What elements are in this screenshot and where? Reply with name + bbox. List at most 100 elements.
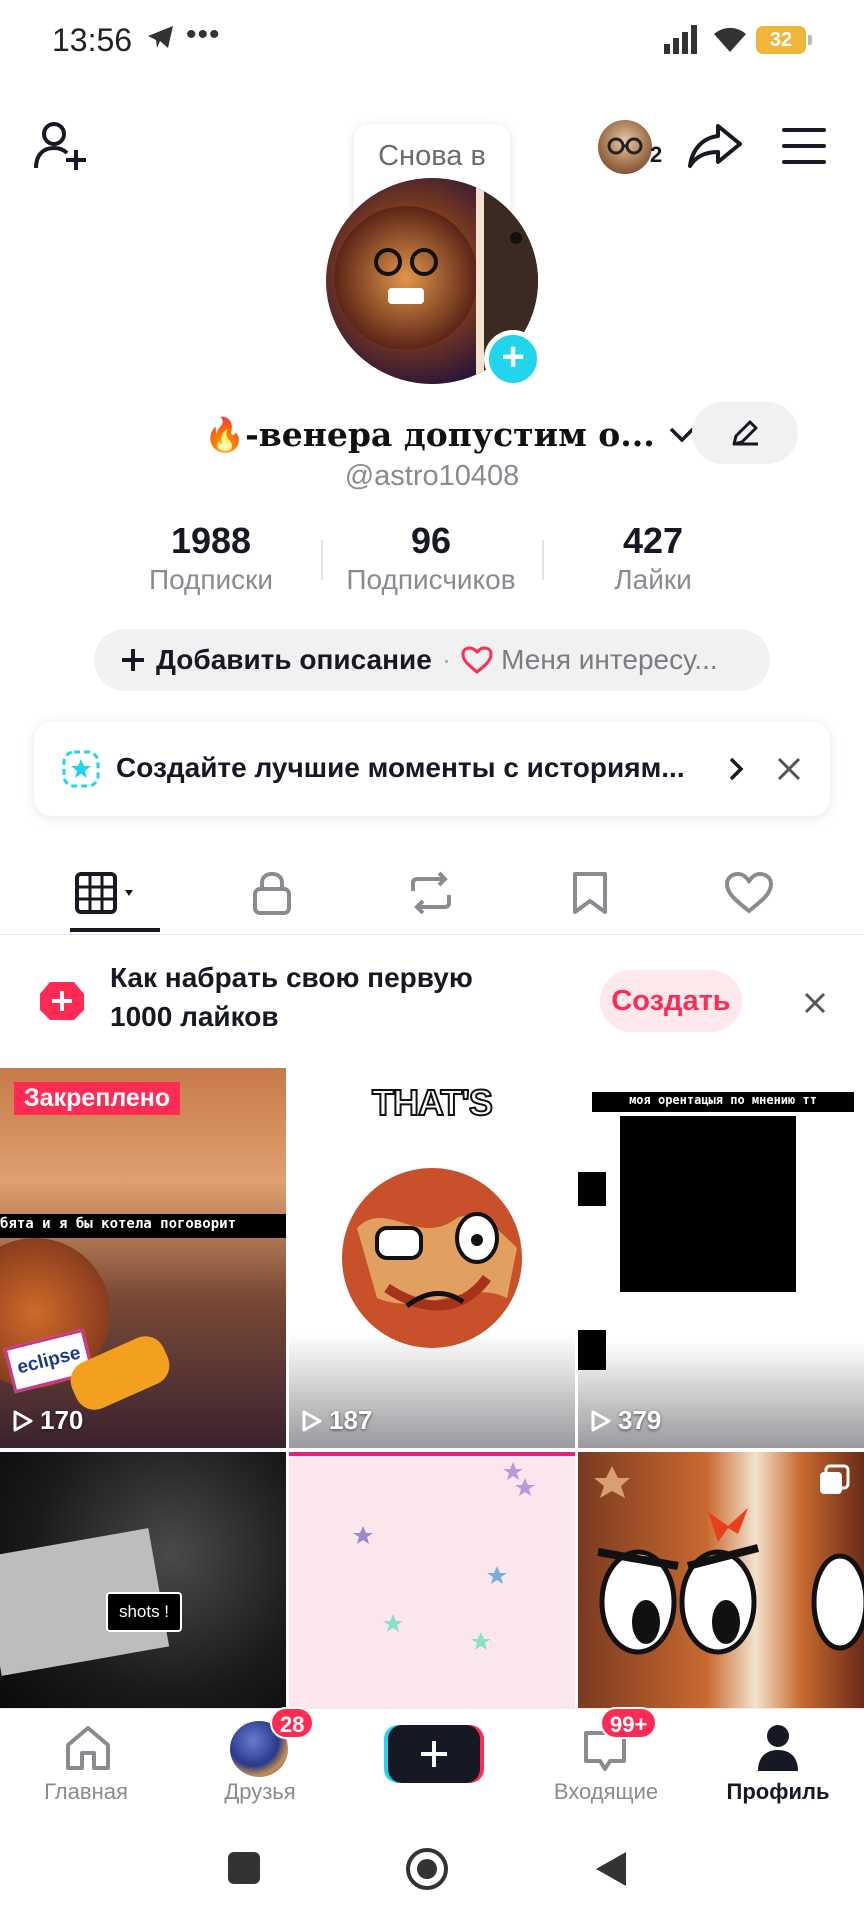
likes-label: Лайки bbox=[614, 564, 692, 595]
following-stat[interactable]: 1988 Подписки bbox=[111, 520, 311, 596]
video-caption: бята и я бы котела поговорит bbox=[0, 1216, 237, 1232]
promo-text: Как набрать свою первую 1000 лайков bbox=[110, 958, 530, 1036]
video-grid: бята и я бы котела поговорит eclipse Зак… bbox=[0, 1068, 864, 1708]
nav-inbox-label: Входящие bbox=[553, 1779, 659, 1804]
tab-reposts[interactable] bbox=[351, 850, 511, 936]
signal-icon bbox=[664, 25, 697, 54]
menu-icon[interactable] bbox=[782, 128, 826, 164]
nav-profile[interactable]: Профиль bbox=[708, 1709, 848, 1821]
tab-private[interactable] bbox=[192, 850, 352, 936]
view-count-value: 187 bbox=[329, 1405, 373, 1435]
bottom-nav: Главная 28 Друзья 99+ Входящие Профиль bbox=[0, 1707, 864, 1821]
create-button[interactable]: Создать bbox=[600, 970, 742, 1032]
nickname: 🔥-венера допустим о... bbox=[204, 415, 655, 454]
heart-outline-icon bbox=[724, 871, 774, 914]
heart-icon bbox=[461, 646, 493, 674]
followers-stat[interactable]: 96 Подписчиков bbox=[331, 520, 531, 596]
bio-separator: · bbox=[441, 644, 452, 675]
black-square-image bbox=[620, 1116, 796, 1292]
planet-character-image bbox=[342, 1168, 522, 1348]
likes-count: 427 bbox=[622, 520, 684, 561]
video-thumbnail[interactable] bbox=[289, 1452, 575, 1708]
create-button bbox=[388, 1725, 480, 1783]
video-caption: моя орентацыя по мнению тт bbox=[629, 1093, 817, 1107]
face-fragment bbox=[578, 1330, 606, 1370]
home-icon bbox=[66, 1726, 110, 1770]
repost-icon bbox=[411, 871, 451, 915]
view-count-value: 379 bbox=[618, 1405, 662, 1435]
view-count: 379 bbox=[590, 1405, 661, 1436]
chevron-down-icon bbox=[669, 427, 694, 443]
home-button-dot bbox=[417, 1859, 437, 1879]
edit-profile-button[interactable] bbox=[692, 402, 798, 464]
followers-count: 96 bbox=[410, 520, 452, 561]
promo-text-line-2: 1000 лайков bbox=[110, 1001, 279, 1032]
pinned-badge: Закреплено bbox=[14, 1082, 181, 1115]
friends-count: 2 bbox=[650, 142, 663, 167]
bio-pill[interactable]: Добавить описание · Меня интересу... bbox=[94, 629, 770, 691]
view-count: 187 bbox=[301, 1405, 372, 1436]
nav-profile-label: Профиль bbox=[726, 1779, 830, 1804]
interests-button[interactable]: Меня интересу... bbox=[501, 644, 717, 676]
tab-liked[interactable] bbox=[669, 850, 829, 936]
system-nav-bar bbox=[0, 1820, 864, 1920]
nav-home[interactable]: Главная bbox=[16, 1709, 156, 1821]
active-tab-indicator bbox=[70, 928, 160, 932]
profile-icon bbox=[758, 1725, 798, 1771]
video-thumbnail[interactable]: THAT'S 187 bbox=[289, 1068, 575, 1448]
profile-tabs bbox=[0, 850, 864, 936]
recents-button[interactable] bbox=[228, 1852, 260, 1884]
status-time: 13:56 bbox=[52, 22, 133, 58]
following-count: 1988 bbox=[170, 520, 252, 561]
close-icon[interactable] bbox=[776, 756, 802, 782]
friends-avatar[interactable] bbox=[598, 120, 652, 174]
likes-stat[interactable]: 427 Лайки bbox=[553, 520, 753, 596]
glasses-icon bbox=[607, 137, 643, 155]
stat-divider bbox=[321, 540, 323, 580]
battery-icon: 32 bbox=[756, 26, 812, 54]
add-friend-icon[interactable] bbox=[34, 120, 90, 172]
video-thumbnail[interactable]: моя орентацыя по мнению тт 379 bbox=[578, 1068, 864, 1448]
nav-inbox[interactable]: 99+ Входящие bbox=[536, 1707, 676, 1821]
tab-videos[interactable] bbox=[30, 850, 190, 936]
nav-create[interactable] bbox=[362, 1709, 502, 1821]
stories-banner[interactable]: Создайте лучшие моменты с историям... bbox=[34, 722, 830, 816]
add-story-button[interactable]: + bbox=[484, 330, 542, 388]
play-icon bbox=[591, 1410, 611, 1431]
chevron-right-icon[interactable] bbox=[728, 756, 744, 782]
status-bar: 13:56 ••• 32 bbox=[0, 0, 864, 80]
plus-icon bbox=[421, 1741, 447, 1767]
video-thumbnail[interactable]: бята и я бы котела поговорит eclipse Зак… bbox=[0, 1068, 286, 1448]
tooltip-line-1: Снова в bbox=[378, 140, 486, 172]
home-button[interactable] bbox=[406, 1848, 448, 1890]
view-count: 170 bbox=[12, 1405, 83, 1436]
video-thumbnail[interactable]: shots ! bbox=[0, 1452, 286, 1708]
nav-friends[interactable]: 28 Друзья bbox=[190, 1707, 330, 1821]
close-icon[interactable] bbox=[804, 992, 826, 1014]
nav-home-label: Главная bbox=[44, 1779, 128, 1804]
grid-icon bbox=[75, 872, 133, 914]
video-caption: THAT'S bbox=[371, 1081, 494, 1124]
promo-text-line-1: Как набрать свою первую bbox=[110, 962, 473, 993]
tab-favorites[interactable] bbox=[510, 850, 670, 936]
username: @astro10408 bbox=[344, 460, 520, 492]
promo-banner: Как набрать свою первую 1000 лайков Созд… bbox=[0, 936, 864, 1066]
video-thumbnail[interactable] bbox=[578, 1452, 864, 1708]
lock-icon bbox=[253, 871, 291, 915]
play-icon bbox=[13, 1410, 33, 1431]
stories-banner-text: Создайте лучшие моменты с историям... bbox=[116, 752, 685, 783]
add-bio-button[interactable]: Добавить описание bbox=[156, 644, 432, 676]
tabs-divider bbox=[0, 934, 864, 935]
view-count-value: 170 bbox=[40, 1405, 84, 1435]
telegram-icon bbox=[148, 26, 173, 48]
bookmark-icon bbox=[573, 872, 607, 914]
stars-image bbox=[353, 1462, 535, 1650]
followers-label: Подписчиков bbox=[346, 564, 516, 595]
play-icon bbox=[302, 1410, 322, 1431]
share-icon[interactable] bbox=[688, 122, 742, 170]
face-fragment bbox=[578, 1172, 606, 1206]
following-label: Подписки bbox=[148, 564, 274, 595]
back-button[interactable] bbox=[594, 1850, 628, 1888]
nickname-row[interactable]: 🔥-венера допустим о... bbox=[204, 410, 695, 460]
more-notifications-icon: ••• bbox=[186, 18, 221, 51]
